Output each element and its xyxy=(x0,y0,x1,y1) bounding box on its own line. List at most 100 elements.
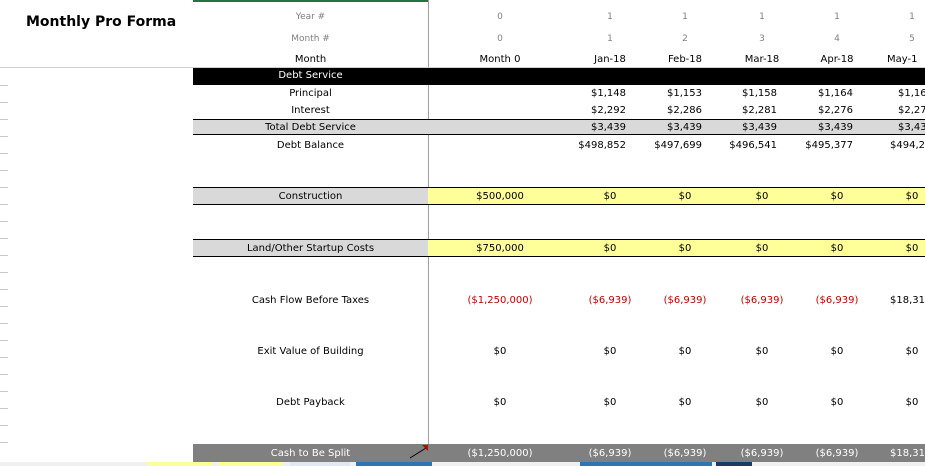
cash-split-label: Cash to Be Split xyxy=(270,448,351,459)
cfbt-label: Cash Flow Before Taxes xyxy=(251,295,370,306)
cfbt-cell[interactable]: ($6,939) xyxy=(645,295,725,306)
exit-value-cell[interactable]: $0 xyxy=(570,346,650,357)
cash-split-cell[interactable]: $18,31 xyxy=(890,448,925,459)
sheet-title: Monthly Pro Forma xyxy=(26,14,177,30)
principal-cell[interactable]: $1,148 xyxy=(560,88,626,99)
cfbt-cell[interactable]: ($1,250,000) xyxy=(455,295,545,306)
principal-label: Principal xyxy=(289,88,332,99)
debt-service-header: Debt Service xyxy=(278,70,343,81)
interest-cell[interactable]: $2,281 xyxy=(711,105,777,116)
col-year: 0 xyxy=(497,12,503,22)
cfbt-cell[interactable]: ($6,939) xyxy=(797,295,877,306)
land-startup-cell[interactable]: $0 xyxy=(570,243,650,254)
total-debt-service-cell[interactable]: $3,439 xyxy=(636,122,702,133)
debt-payback-cell[interactable]: $0 xyxy=(570,397,650,408)
col-month-num: 4 xyxy=(834,34,840,44)
interest-cell[interactable]: $2,292 xyxy=(560,105,626,116)
cfbt-cell[interactable]: $18,31 xyxy=(890,295,925,306)
col-year: 1 xyxy=(834,12,840,22)
cash-split-cell[interactable]: ($6,939) xyxy=(722,448,802,459)
cash-split-cell[interactable]: ($6,939) xyxy=(797,448,877,459)
sheet-tab[interactable] xyxy=(356,462,432,466)
construction-label: Construction xyxy=(278,191,343,202)
sheet-tab[interactable] xyxy=(218,462,282,466)
construction-cell[interactable]: $500,000 xyxy=(460,191,540,202)
interest-cell[interactable]: $2,270 xyxy=(898,105,925,116)
interest-cell[interactable]: $2,276 xyxy=(787,105,853,116)
cfbt-cell[interactable]: ($6,939) xyxy=(722,295,802,306)
principal-cell[interactable]: $1,169 xyxy=(860,88,925,99)
debt-payback-label: Debt Payback xyxy=(276,397,345,408)
principal-cell[interactable]: $1,158 xyxy=(711,88,777,99)
construction-cell[interactable]: $0 xyxy=(722,191,802,202)
exit-value-cell[interactable]: $0 xyxy=(722,346,802,357)
sheet-tab-strip xyxy=(0,462,925,466)
total-debt-service-cell[interactable]: $3,439 xyxy=(898,122,925,133)
debt-balance-cell[interactable]: $498,852 xyxy=(556,140,626,151)
col-month-num: 0 xyxy=(497,34,503,44)
cash-split-cell[interactable]: ($1,250,000) xyxy=(455,448,545,459)
interest-cell[interactable]: $2,286 xyxy=(636,105,702,116)
month-num-label: Month # xyxy=(291,34,330,44)
debt-payback-cell[interactable]: $0 xyxy=(460,397,540,408)
exit-value-cell[interactable]: $0 xyxy=(797,346,877,357)
debt-payback-cell[interactable]: $0 xyxy=(797,397,877,408)
col-month: Apr-18 xyxy=(820,54,854,65)
exit-value-label: Exit Value of Building xyxy=(257,346,364,357)
exit-value-cell[interactable]: $0 xyxy=(872,346,925,357)
col-month: May-1 xyxy=(887,54,918,65)
col-month: Mar-18 xyxy=(744,54,780,65)
col-year: 1 xyxy=(909,12,915,22)
col-month: Feb-18 xyxy=(667,54,703,65)
total-debt-service-label: Total Debt Service xyxy=(265,122,356,133)
interest-label: Interest xyxy=(291,105,330,116)
debt-balance-cell[interactable]: $496,541 xyxy=(707,140,777,151)
cash-split-cell[interactable]: ($6,939) xyxy=(645,448,725,459)
month-label: Month xyxy=(294,54,327,65)
exit-value-cell[interactable]: $0 xyxy=(460,346,540,357)
exit-value-cell[interactable]: $0 xyxy=(645,346,725,357)
land-startup-cell[interactable]: $0 xyxy=(872,243,925,254)
cash-split-cell[interactable]: ($6,939) xyxy=(570,448,650,459)
title-panel xyxy=(0,0,193,67)
left-grid xyxy=(0,67,8,466)
construction-cell[interactable]: $0 xyxy=(570,191,650,202)
col-year: 1 xyxy=(682,12,688,22)
active-cell-indicator xyxy=(193,0,428,2)
col-month: Month 0 xyxy=(479,54,521,65)
principal-cell[interactable]: $1,153 xyxy=(636,88,702,99)
debt-balance-cell[interactable]: $495,377 xyxy=(783,140,853,151)
debt-payback-cell[interactable]: $0 xyxy=(645,397,725,408)
land-startup-label: Land/Other Startup Costs xyxy=(246,243,375,254)
col-month-num: 5 xyxy=(909,34,915,44)
land-startup-cell[interactable]: $0 xyxy=(797,243,877,254)
land-startup-cell[interactable]: $750,000 xyxy=(460,243,540,254)
sheet-tab[interactable] xyxy=(716,462,752,466)
total-debt-service-cell[interactable]: $3,439 xyxy=(787,122,853,133)
debt-balance-cell[interactable]: $497,699 xyxy=(632,140,702,151)
col-year: 1 xyxy=(759,12,765,22)
debt-payback-cell[interactable]: $0 xyxy=(872,397,925,408)
construction-cell[interactable]: $0 xyxy=(797,191,877,202)
sheet-tab[interactable] xyxy=(290,462,350,466)
sheet-tab[interactable] xyxy=(148,462,212,466)
cfbt-cell[interactable]: ($6,939) xyxy=(570,295,650,306)
col-month-num: 3 xyxy=(759,34,765,44)
land-startup-cell[interactable]: $0 xyxy=(645,243,725,254)
col-month-num: 1 xyxy=(607,34,613,44)
total-debt-service-cell[interactable]: $3,439 xyxy=(711,122,777,133)
construction-cell[interactable]: $0 xyxy=(872,191,925,202)
debt-balance-cell[interactable]: $494,20 xyxy=(890,140,925,151)
debt-balance-label: Debt Balance xyxy=(276,140,345,151)
comment-indicator-icon[interactable] xyxy=(408,444,430,460)
col-year: 1 xyxy=(607,12,613,22)
col-month: Jan-18 xyxy=(594,54,626,65)
year-label: Year # xyxy=(295,12,326,22)
principal-cell[interactable]: $1,164 xyxy=(787,88,853,99)
debt-payback-cell[interactable]: $0 xyxy=(722,397,802,408)
land-startup-cell[interactable]: $0 xyxy=(722,243,802,254)
col-month-num: 2 xyxy=(682,34,688,44)
construction-cell[interactable]: $0 xyxy=(645,191,725,202)
sheet-tab[interactable] xyxy=(580,462,712,466)
total-debt-service-cell[interactable]: $3,439 xyxy=(560,122,626,133)
